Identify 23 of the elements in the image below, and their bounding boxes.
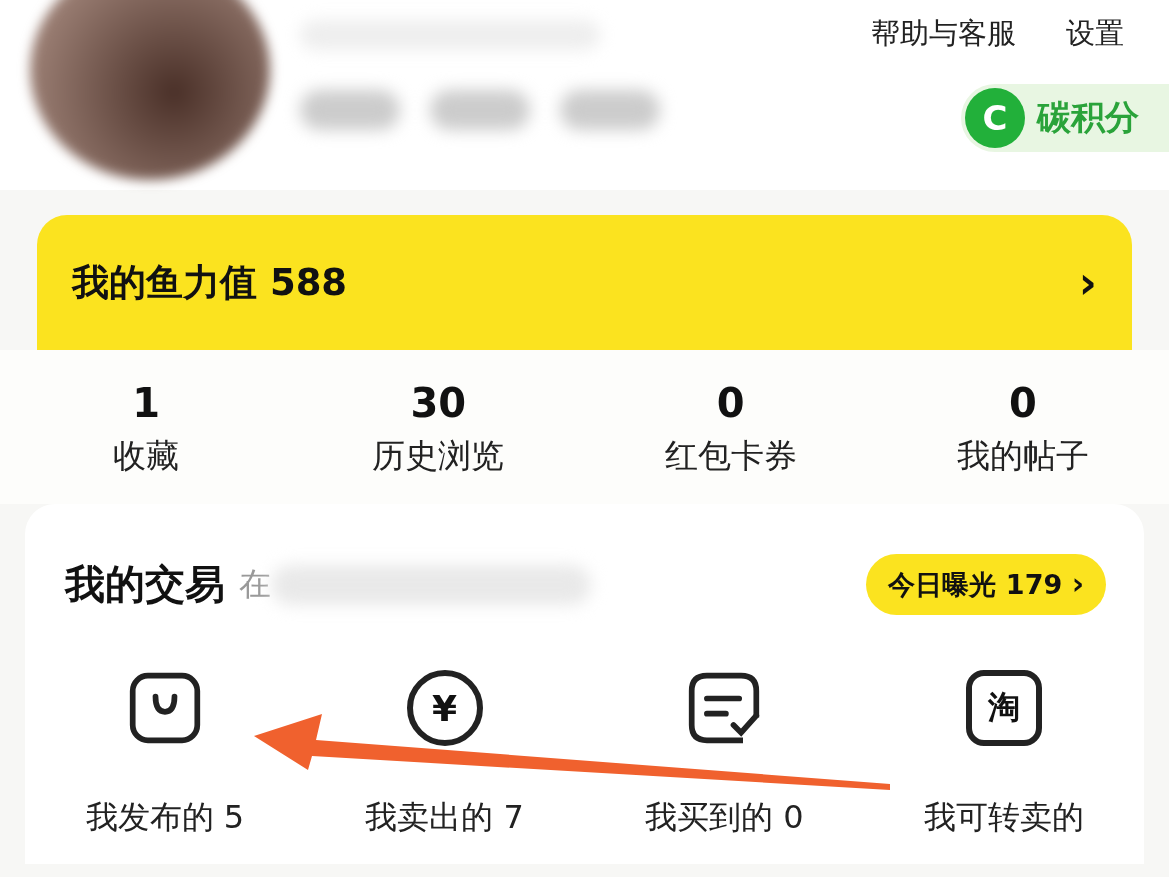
fish-points-label: 我的鱼力值 588 [72, 259, 348, 306]
avatar[interactable] [30, 0, 270, 180]
header-link[interactable]: 帮助与客服 [871, 14, 1016, 54]
tao-icon[interactable]: 淘 [966, 670, 1043, 746]
stat-value[interactable]: 0 [1008, 380, 1037, 426]
section-subtitle: 在 [239, 563, 271, 605]
chevron-icon: › [1078, 257, 1097, 308]
trade-item-label[interactable]: 我发布的 5 [85, 796, 245, 840]
trade-item-label[interactable]: 我可转卖的 [924, 796, 1085, 840]
trade-item-label[interactable]: 我买到的 0 [645, 796, 804, 840]
stat-label[interactable]: 历史浏览 [372, 434, 505, 479]
header-link[interactable]: 设置 [1066, 14, 1124, 54]
stat-value[interactable]: 30 [410, 380, 467, 426]
stat-label[interactable]: 红包卡券 [664, 434, 797, 479]
section-title: 我的交易 [65, 560, 225, 609]
trade-item-label[interactable]: 我卖出的 7 [365, 796, 524, 840]
stat-label[interactable]: 我的帖子 [956, 434, 1089, 479]
carbon-badge: C [965, 88, 1025, 148]
stat-value[interactable]: 0 [716, 380, 745, 426]
exposure-button[interactable]: 今日曝光 179 › [866, 554, 1106, 615]
stat-value[interactable]: 1 [132, 380, 161, 426]
fish-points-card[interactable]: 我的鱼力值 588 › [37, 215, 1132, 350]
stat-label[interactable]: 收藏 [113, 434, 180, 479]
